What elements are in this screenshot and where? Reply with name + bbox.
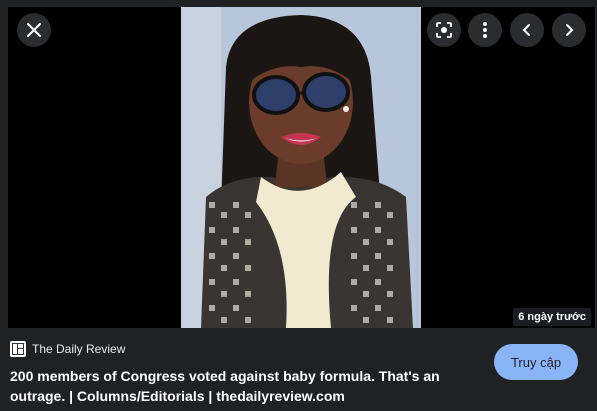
visit-button[interactable]: Truy cập (494, 344, 578, 380)
lens-search-button[interactable] (427, 13, 461, 47)
preview-image[interactable] (181, 7, 421, 328)
lens-search-icon (436, 22, 452, 38)
more-vert-icon (483, 22, 487, 38)
result-title[interactable]: 200 members of Congress voted against ba… (10, 366, 480, 406)
previous-button[interactable] (510, 13, 544, 47)
close-button[interactable] (17, 13, 51, 47)
image-viewer: 6 ngày trước The Daily Review 200 member… (0, 0, 597, 411)
chevron-left-icon (522, 24, 530, 36)
source-name[interactable]: The Daily Review (32, 342, 125, 356)
timestamp-badge: 6 ngày trước (513, 308, 591, 326)
image-stage: 6 ngày trước (8, 7, 595, 328)
more-options-button[interactable] (468, 13, 502, 47)
close-icon (27, 23, 41, 37)
chevron-right-icon (566, 24, 574, 36)
source-row[interactable]: The Daily Review (10, 341, 125, 357)
next-button[interactable] (552, 13, 586, 47)
portrait-illustration (181, 7, 421, 328)
newspaper-icon (10, 341, 26, 357)
